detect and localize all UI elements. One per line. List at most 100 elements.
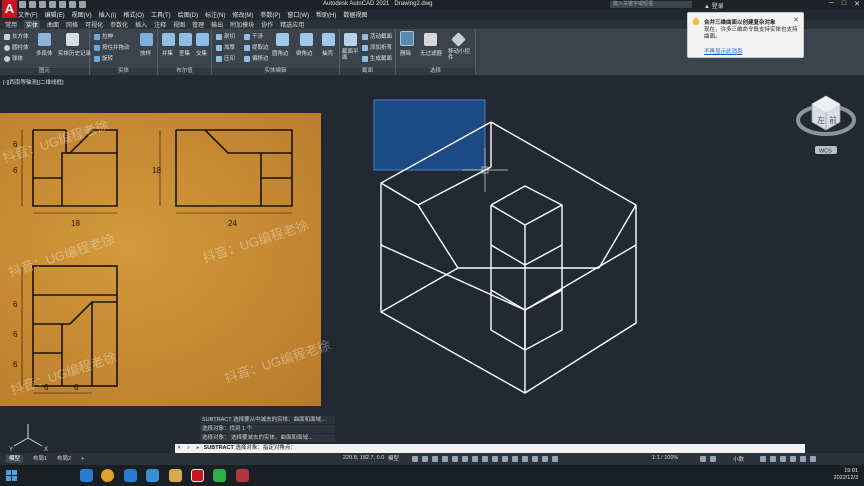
chamfer-edge-icon[interactable] [300, 33, 313, 46]
customization-menu-icon[interactable] [810, 456, 816, 462]
osnap-icon[interactable] [472, 456, 478, 462]
move-gizmo-icon[interactable] [451, 32, 466, 47]
command-line-input[interactable]: ✕ ⌕ ▸ SUBTRACT 选择对象：指定对角点： [175, 444, 805, 453]
wireframe-model[interactable] [340, 95, 660, 405]
polysolid-icon[interactable] [38, 33, 51, 46]
culling-icon[interactable] [400, 31, 414, 46]
menu-window[interactable]: 窗口(W) [287, 10, 309, 19]
tab-annotate[interactable]: 注释 [154, 20, 166, 29]
osnap-tracking-icon[interactable] [462, 456, 468, 462]
box-button[interactable]: 长方体 [4, 32, 29, 40]
menu-view[interactable]: 视图(V) [72, 10, 92, 19]
menu-help[interactable]: 帮助(H) [316, 10, 336, 19]
minimize-icon[interactable]: ─ [829, 0, 834, 8]
offset-edge-button[interactable]: 偏移边 [244, 54, 269, 62]
menu-draw[interactable]: 绘图(D) [178, 10, 198, 19]
redo-icon[interactable] [79, 1, 86, 8]
tab-insert[interactable]: 插入 [135, 20, 147, 29]
no-filter-label[interactable]: 无过滤器 [420, 49, 442, 57]
viewport-controls-label[interactable]: [-][西南等轴测][二维线框] [3, 78, 64, 86]
tab-mesh[interactable]: 网格 [66, 20, 78, 29]
browser-icon[interactable] [146, 469, 159, 482]
add-layout-icon[interactable]: + [78, 455, 87, 463]
maximize-icon[interactable]: □ [842, 0, 846, 8]
autocad-logo-button[interactable]: A [2, 0, 17, 18]
menu-insert[interactable]: 插入(I) [99, 10, 117, 19]
selection-cycling-icon[interactable] [522, 456, 528, 462]
dont-show-again-link[interactable]: 不再显示此消息 [704, 47, 743, 55]
shell-label[interactable]: 抽壳 [322, 49, 333, 57]
generate-section-button[interactable]: 生成截面 [362, 54, 392, 62]
tab-collaborate[interactable]: 协作 [261, 20, 273, 29]
close-icon[interactable]: ✕ [793, 16, 799, 24]
intersect-label[interactable]: 交集 [196, 49, 207, 57]
model-space-toggle[interactable]: 模型 [385, 455, 402, 463]
viewcube-front-face[interactable]: 前 [829, 115, 837, 125]
extrude-button[interactable]: 拉伸 [94, 32, 113, 40]
section-plane-label[interactable]: 截面平面 [342, 49, 362, 61]
lineweight-icon[interactable] [502, 456, 508, 462]
thicken-button[interactable]: 加厚 [216, 43, 235, 51]
settings-icon[interactable] [700, 456, 706, 462]
fillet-edge-label[interactable]: 圆角边 [272, 49, 289, 57]
polar-icon[interactable] [442, 456, 448, 462]
wcs-menu[interactable]: WCS [819, 149, 832, 155]
viewcube[interactable]: 左 前 WCS [796, 90, 856, 160]
file-explorer-icon[interactable] [169, 469, 182, 482]
loft-label[interactable]: 放样 [140, 49, 151, 57]
edge-icon[interactable] [80, 469, 93, 482]
workspace-gear-icon[interactable] [552, 456, 558, 462]
loft-icon[interactable] [140, 33, 153, 46]
menu-parametric[interactable]: 参数(P) [260, 10, 280, 19]
units-selector[interactable]: 小数 [733, 455, 744, 463]
menu-dataview[interactable]: 数据视图 [343, 10, 367, 19]
union-label[interactable]: 并集 [162, 49, 173, 57]
sphere-button[interactable]: 球体 [4, 54, 23, 62]
solid-history-label[interactable]: 实体历史记录 [58, 49, 91, 57]
add-jog-button[interactable]: 添加折弯 [362, 43, 392, 51]
gizmo-icon[interactable] [532, 456, 538, 462]
menu-modify[interactable]: 修改(M) [232, 10, 253, 19]
tab-model[interactable]: 模型 [6, 455, 24, 463]
tab-output[interactable]: 输出 [211, 20, 223, 29]
no-filter-icon[interactable] [424, 33, 437, 46]
3d-osnap-icon[interactable] [482, 456, 488, 462]
chrome-icon[interactable] [101, 469, 114, 482]
polysolid-label[interactable]: 多段体 [36, 49, 53, 57]
dynamic-ucs-icon[interactable] [492, 456, 498, 462]
tab-parametric[interactable]: 参数化 [110, 20, 128, 29]
tab-addins[interactable]: 附加模块 [230, 20, 254, 29]
autocad-taskbar-icon[interactable] [191, 469, 204, 482]
extract-edges-button[interactable]: 提取边 [244, 43, 269, 51]
new-icon[interactable] [19, 1, 26, 8]
intersect-icon[interactable] [196, 33, 209, 46]
tab-home[interactable]: 常用 [5, 20, 17, 29]
grid-icon[interactable] [412, 456, 418, 462]
ortho-icon[interactable] [432, 456, 438, 462]
menu-edit[interactable]: 编辑(E) [45, 10, 65, 19]
close-icon[interactable]: ✕ [175, 444, 183, 453]
tab-solid[interactable]: 实体 [24, 20, 41, 29]
tab-layout2[interactable]: 布局2 [54, 455, 74, 463]
transparency-icon[interactable] [512, 456, 518, 462]
menu-file[interactable]: 文件(F) [18, 10, 38, 19]
shell-icon[interactable] [322, 33, 335, 46]
login-button[interactable]: ▲ 登录 [704, 1, 724, 10]
cylinder-button[interactable]: 圆柱体 [4, 43, 29, 51]
tab-surface[interactable]: 曲面 [47, 20, 59, 29]
live-section-button[interactable]: 活动截面 [362, 32, 392, 40]
tab-view[interactable]: 视图 [173, 20, 185, 29]
union-icon[interactable] [162, 33, 175, 46]
ie-icon[interactable] [124, 469, 137, 482]
chevron-down-icon[interactable]: ▸ [194, 444, 202, 453]
chamfer-edge-label[interactable]: 倒角边 [296, 49, 313, 57]
interfere-button[interactable]: 干涉 [244, 32, 263, 40]
subtract-label[interactable]: 差集 [179, 49, 190, 57]
slice-button[interactable]: 剖切 [216, 32, 235, 40]
tab-featured-apps[interactable]: 精选应用 [280, 20, 304, 29]
app-icon[interactable] [236, 469, 249, 482]
windows-start-icon[interactable] [6, 470, 17, 481]
plus-icon[interactable] [710, 456, 716, 462]
isolate-objects-icon[interactable] [780, 456, 786, 462]
annotation-visibility-icon[interactable] [542, 456, 548, 462]
